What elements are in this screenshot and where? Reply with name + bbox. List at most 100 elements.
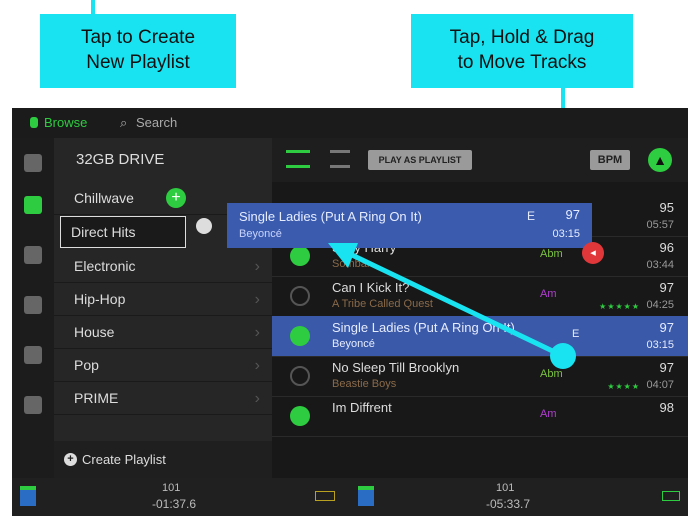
track-key: Abm — [540, 248, 563, 260]
track-artist: Beyoncé — [332, 338, 375, 350]
playlist-item-direct-hits[interactable]: Direct Hits — [60, 216, 186, 248]
dragged-track-artist: Beyoncé — [239, 228, 282, 240]
play-status-icon — [290, 286, 310, 306]
playlist-item-prime[interactable]: PRIME › — [54, 382, 272, 415]
play-status-icon — [290, 406, 310, 426]
track-bpm: 97 — [659, 320, 674, 335]
bpm-sort-button[interactable]: BPM — [590, 150, 630, 170]
drive-header[interactable]: 32GB DRIVE — [54, 138, 272, 182]
playlist-item-house[interactable]: House › — [54, 316, 272, 349]
dragged-track-time: 03:15 — [552, 228, 580, 240]
track-bpm: 98 — [659, 400, 674, 415]
playlist-label: Electronic — [74, 258, 136, 274]
track-title: Single Ladies (Put A Ring On It) — [332, 320, 515, 335]
deck-left-sync-icon[interactable] — [315, 491, 335, 501]
playlist-label: Pop — [74, 357, 99, 373]
track-bpm: 96 — [659, 240, 674, 255]
track-artist: Beastie Boys — [332, 378, 397, 390]
dragged-track-title: Single Ladies (Put A Ring On It) — [239, 209, 422, 224]
search-icon[interactable]: ⌕ — [120, 115, 127, 131]
play-status-icon — [290, 246, 310, 266]
track-time: 05:57 — [646, 219, 674, 231]
top-bar: Browse ⌕ Search — [12, 108, 688, 138]
callout-drag-line1: Tap, Hold & Drag — [449, 27, 595, 48]
browse-indicator-icon — [30, 117, 38, 128]
playlist-label: House — [74, 324, 115, 340]
track-key: Am — [540, 408, 557, 420]
deck-status-bar: 101 -01:37.6 101 -05:33.7 — [12, 478, 688, 516]
track-title: Can I Kick It? — [332, 280, 410, 295]
rating-stars: ★★★★★ — [599, 302, 640, 311]
chevron-right-icon: › — [254, 258, 260, 275]
edit-list-icon[interactable] — [286, 150, 310, 168]
playlist-item-hip-hop[interactable]: Hip-Hop › — [54, 283, 272, 316]
plus-icon: + — [64, 453, 77, 466]
deck-right-bpm: 101 — [496, 482, 515, 494]
track-list-panel: PLAY AS PLAYLIST BPM ▲ 95 05:57 Sexy Har… — [272, 138, 688, 478]
dragged-track[interactable]: Single Ladies (Put A Ring On It) Beyoncé… — [227, 203, 592, 248]
callout-drag-line2: to Move Tracks — [457, 52, 587, 73]
track-bpm: 95 — [659, 200, 674, 215]
deck-right-waveform-icon — [358, 486, 374, 506]
device-screen: Browse ⌕ Search 32GB DRIVE Chillwave + D… — [12, 108, 688, 516]
track-key: Am — [540, 288, 557, 300]
history-icon[interactable] — [24, 296, 42, 314]
chevron-right-icon: › — [254, 390, 260, 407]
callout-move-tracks: Tap, Hold & Drag to Move Tracks — [411, 14, 633, 88]
playlist-panel: 32GB DRIVE Chillwave + Direct Hits Elect… — [54, 138, 272, 478]
track-row[interactable]: No Sleep Till Brooklyn Beastie Boys Abm … — [272, 356, 688, 397]
playlist-label: Hip-Hop — [74, 291, 126, 307]
chevron-right-icon: › — [254, 357, 260, 374]
callout-create-line1: Tap to Create — [80, 27, 196, 48]
deck-left-bpm: 101 — [162, 482, 181, 494]
playlist-label: Direct Hits — [71, 224, 136, 240]
track-bpm: 97 — [659, 280, 674, 295]
add-circle-icon[interactable]: ▲ — [648, 148, 672, 172]
files-icon[interactable] — [24, 246, 42, 264]
track-bpm: 97 — [659, 360, 674, 375]
chevron-right-icon: › — [254, 291, 260, 308]
search-label[interactable]: Search — [136, 115, 177, 130]
playlist-label: Chillwave — [74, 190, 134, 206]
track-time: 04:07 — [646, 379, 674, 391]
browse-label[interactable]: Browse — [44, 115, 87, 130]
track-row[interactable]: Im Diffrent Am 98 — [272, 396, 688, 437]
list-view-icon[interactable] — [330, 150, 350, 168]
track-list-header: PLAY AS PLAYLIST BPM ▲ — [272, 138, 688, 182]
play-status-icon — [290, 326, 310, 346]
track-time: 04:25 — [646, 299, 674, 311]
track-artist: Sombar — [332, 258, 371, 270]
play-status-icon — [290, 366, 310, 386]
stats-icon[interactable] — [24, 346, 42, 364]
playlist-item-electronic[interactable]: Electronic › — [54, 250, 272, 283]
deck-right-sync-icon[interactable] — [662, 491, 680, 501]
deck-left-waveform-icon — [20, 486, 36, 506]
play-as-playlist-button[interactable]: PLAY AS PLAYLIST — [368, 150, 472, 170]
search-source-icon[interactable] — [24, 396, 42, 414]
create-playlist-label: Create Playlist — [82, 452, 166, 467]
rating-stars: ★★★★ — [607, 382, 640, 391]
track-title: Im Diffrent — [332, 400, 392, 415]
dragged-track-key: E — [527, 209, 536, 223]
create-playlist-button[interactable]: + Create Playlist — [54, 441, 272, 478]
track-row[interactable]: Can I Kick It? A Tribe Called Quest Am ★… — [272, 276, 688, 317]
callout-create-playlist: Tap to Create New Playlist — [40, 14, 236, 88]
source-icon-column — [12, 138, 54, 478]
track-time: 03:44 — [646, 259, 674, 271]
add-track-plus-icon[interactable]: + — [166, 188, 186, 208]
drag-remove-icon: ◂ — [582, 242, 604, 264]
track-artist: A Tribe Called Quest — [332, 298, 433, 310]
deck-right-time: -05:33.7 — [486, 497, 531, 511]
chevron-right-icon: › — [254, 324, 260, 341]
drive-icon[interactable] — [24, 154, 42, 172]
track-title: No Sleep Till Brooklyn — [332, 360, 460, 375]
track-key: Abm — [540, 368, 563, 380]
deck-left-time: -01:37.6 — [152, 497, 197, 511]
track-row-selected[interactable]: Single Ladies (Put A Ring On It) Beyoncé… — [272, 316, 688, 357]
drag-thumb-indicator — [196, 218, 212, 234]
playlist-icon[interactable] — [24, 196, 42, 214]
dragged-track-bpm: 97 — [565, 207, 580, 222]
playlist-item-pop[interactable]: Pop › — [54, 349, 272, 382]
track-time: 03:15 — [646, 339, 674, 351]
callout-create-line — [91, 0, 95, 14]
